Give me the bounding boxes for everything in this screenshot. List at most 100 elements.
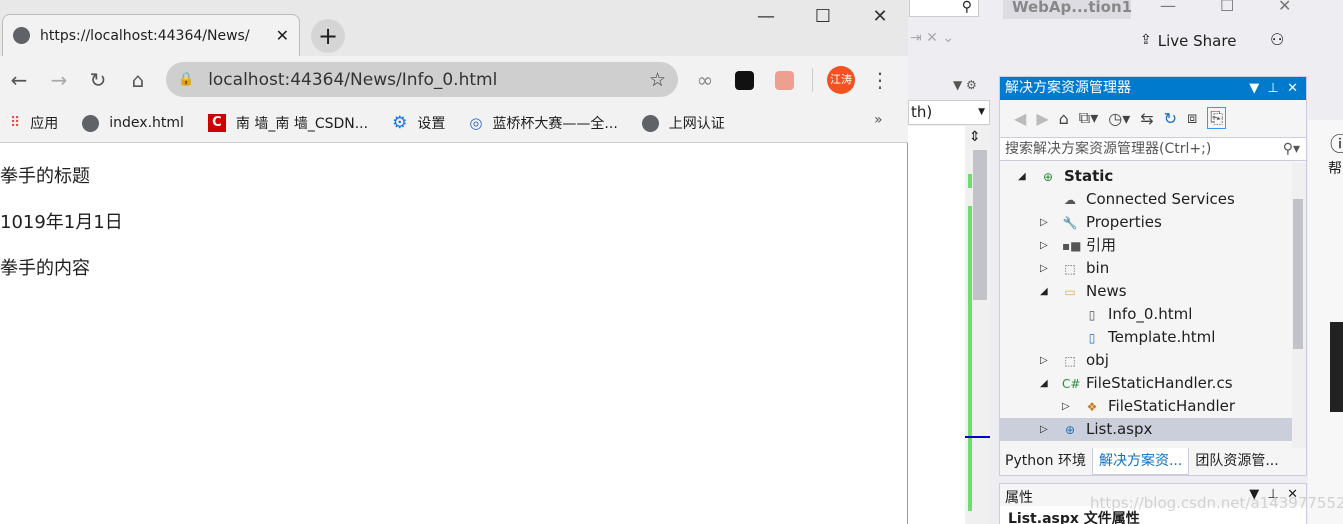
search-icon[interactable]: ⚲	[909, 0, 979, 17]
bookmark-auth[interactable]: 上网认证	[641, 113, 725, 133]
minimize-button[interactable]: —	[746, 6, 786, 30]
tree-item[interactable]: ▷ ⬚ bin	[1000, 257, 1292, 280]
tree-item[interactable]: ☁ Connected Services	[1000, 188, 1292, 211]
bookmark-nav-icons[interactable]: ⇥ ✕ ⌄	[910, 30, 954, 46]
solution-search-input[interactable]: 搜索解决方案资源管理器(Ctrl+;) ⚲▾	[1000, 137, 1306, 161]
editor-scrollbar[interactable]: ⇕	[965, 126, 990, 524]
news-title: 拳手的标题	[0, 166, 90, 187]
tree-item[interactable]: ▯ Template.html	[1000, 326, 1292, 349]
forward-button[interactable]: →	[45, 66, 73, 94]
news-content: 拳手的内容	[0, 258, 90, 279]
collapse-icon[interactable]: ◢	[1040, 372, 1048, 395]
tab-team-explorer[interactable]: 团队资源管...	[1189, 448, 1284, 475]
menu-icon[interactable]: ⋮	[866, 66, 894, 94]
bookmark-index[interactable]: index.html	[82, 114, 184, 132]
forward-icon[interactable]: ▶	[1036, 109, 1048, 128]
solution-title: WebAp...tion1	[1003, 0, 1132, 19]
tree-scrollbar[interactable]	[1292, 163, 1306, 448]
tree-item-label: bin	[1086, 259, 1110, 277]
search-icon: ⚲▾	[1282, 141, 1300, 157]
change-marker	[968, 206, 972, 511]
tree-item[interactable]: ▷ ⊕ List.aspx	[1000, 418, 1292, 441]
csdn-icon: C	[207, 114, 226, 132]
member-dropdown[interactable]: th) ▼	[908, 100, 990, 125]
tree-item[interactable]: ▷ 🔧 Properties	[1000, 211, 1292, 234]
expand-icon[interactable]: ▷	[1040, 418, 1048, 441]
tampermonkey-icon[interactable]	[735, 71, 754, 90]
extension-icon[interactable]	[775, 71, 794, 90]
change-marker	[968, 174, 972, 188]
scroll-thumb[interactable]	[973, 150, 987, 300]
address-bar[interactable]: 🔒 localhost:44364/News/Info_0.html ☆	[166, 62, 678, 97]
vs-close-button[interactable]: ✕	[1278, 0, 1291, 15]
vs-minimize-button[interactable]: —	[1160, 0, 1176, 15]
tab-title: https://localhost:44364/News/	[40, 27, 250, 44]
expand-icon[interactable]: ▷	[1040, 234, 1048, 257]
expand-icon[interactable]: ▷	[1040, 211, 1048, 234]
live-share-button[interactable]: ⇪ Live Share	[1140, 32, 1236, 50]
show-all-files-icon[interactable]: ⎘	[1207, 107, 1227, 129]
tab-solution-explorer[interactable]: 解决方案资...	[1091, 448, 1190, 475]
bookmarks-bar: ⠿ 应用 index.html C南 墙_南 墙_CSDN... ⚙ 设置 ◎ 蓝桥杯…	[0, 104, 908, 143]
wrench-icon: 🔧	[1062, 216, 1078, 230]
more-bookmarks-button[interactable]: »	[874, 112, 883, 128]
tree-item-label: Properties	[1086, 213, 1162, 231]
caret-marker	[965, 436, 990, 438]
tree-item[interactable]: ▷ ❖ FileStaticHandler	[1000, 395, 1292, 418]
tree-item[interactable]: ▷ ⬚ obj	[1000, 349, 1292, 372]
solution-explorer-panel: 解决方案资源管理器 ▼ ⊥ ✕ ◀ ▶ ⌂ ⧉▾ ◷▾ ⇆ ↻ ⧈ ⎘ 搜索解决…	[999, 76, 1307, 476]
home-icon[interactable]: ⌂	[1059, 109, 1069, 128]
panel-controls[interactable]: ▼ ⊥ ✕	[1249, 487, 1298, 502]
expand-icon[interactable]: ▷	[1062, 395, 1070, 418]
bookmark-csdn[interactable]: C南 墙_南 墙_CSDN...	[207, 113, 368, 133]
tab-python-env[interactable]: Python 环境	[999, 448, 1092, 475]
page-content: 拳手的标题 1019年1月1日 拳手的内容	[0, 143, 907, 303]
feedback-icon[interactable]: ⚇	[1270, 30, 1284, 49]
profile-avatar[interactable]: 江涛	[827, 66, 855, 94]
expand-icon[interactable]: ▷	[1040, 257, 1048, 280]
tree-item[interactable]: ▯ Info_0.html	[1000, 303, 1292, 326]
solution-explorer-toolbar: ◀ ▶ ⌂ ⧉▾ ◷▾ ⇆ ↻ ⧈ ⎘	[1000, 100, 1306, 136]
split-icon[interactable]: ⇕	[969, 129, 981, 145]
help-icon[interactable]: ⓘ	[1330, 128, 1343, 157]
scroll-thumb[interactable]	[1293, 199, 1303, 349]
switch-views-icon[interactable]: ⧉▾	[1079, 108, 1098, 128]
tree-item[interactable]: ◢ ▭ News	[1000, 280, 1292, 303]
close-tab-icon[interactable]: ✕	[276, 26, 289, 45]
expand-icon[interactable]: ▷	[1040, 349, 1048, 372]
maximize-button[interactable]: ☐	[803, 6, 843, 30]
back-button[interactable]: ←	[5, 66, 33, 94]
sync-icon[interactable]: ⇆	[1140, 109, 1153, 128]
browser-tab[interactable]: https://localhost:44364/News/ ✕	[2, 14, 300, 56]
back-icon[interactable]: ◀	[1014, 109, 1026, 128]
tree-item-label: 引用	[1086, 236, 1117, 254]
tree-item[interactable]: ◢ ⊕ Static	[1000, 165, 1292, 188]
tree-item-label: Template.html	[1108, 328, 1216, 346]
close-window-button[interactable]: ✕	[860, 6, 900, 30]
right-strip: ⓘ 帮	[1308, 120, 1343, 524]
collapse-icon[interactable]: ◢	[1018, 165, 1026, 188]
bookmark-settings[interactable]: ⚙ 设置	[392, 113, 445, 133]
panel-controls[interactable]: ▼ ⊥ ✕	[1249, 77, 1298, 100]
bookmark-star-icon[interactable]: ☆	[649, 69, 666, 91]
collapse-all-icon[interactable]: ⧈	[1187, 108, 1197, 128]
bookmark-apps[interactable]: ⠿ 应用	[10, 113, 58, 133]
panel-options-icons[interactable]: ▼ ⚙	[953, 78, 977, 92]
vs-maximize-button[interactable]: ☐	[1220, 0, 1234, 15]
preview-thumbnail	[1330, 322, 1343, 412]
connected-services-icon: ☁	[1064, 193, 1076, 207]
bookmark-lanqiao[interactable]: ◎ 蓝桥杯大赛——全...	[469, 113, 617, 133]
reload-button[interactable]: ↻	[84, 66, 112, 94]
extension-icon[interactable]: ∞	[691, 66, 719, 94]
globe-icon	[13, 27, 30, 44]
csharp-icon: C#	[1062, 377, 1081, 391]
editor-area[interactable]	[908, 126, 965, 524]
pending-changes-icon[interactable]: ◷▾	[1108, 109, 1130, 128]
apps-grid-icon: ⠿	[10, 115, 21, 131]
refresh-icon[interactable]: ↻	[1164, 109, 1177, 128]
tree-item[interactable]: ▷ ▪■ 引用	[1000, 234, 1292, 257]
new-tab-button[interactable]: +	[311, 19, 345, 53]
collapse-icon[interactable]: ◢	[1040, 280, 1048, 303]
tree-item[interactable]: ◢ C# FileStaticHandler.cs	[1000, 372, 1292, 395]
home-button[interactable]: ⌂	[124, 66, 152, 94]
